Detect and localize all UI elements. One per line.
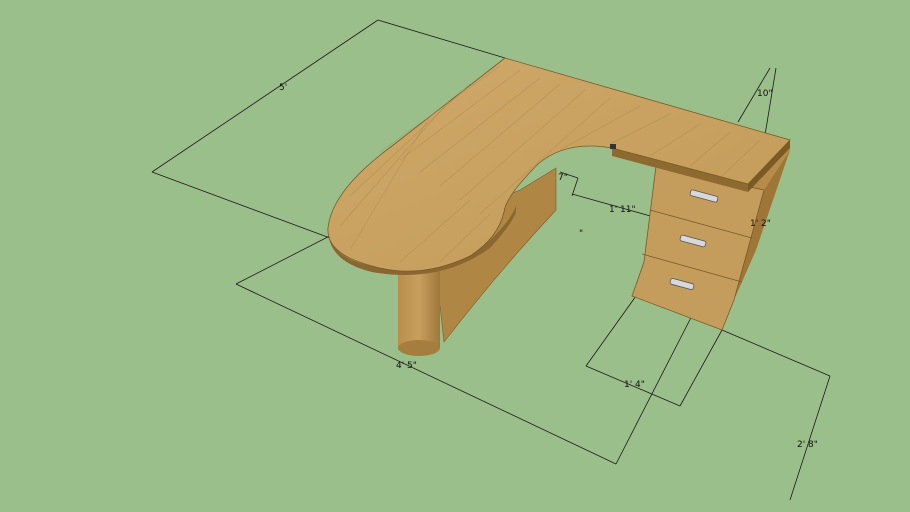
round-leg: [398, 270, 440, 356]
dim-line-small-ext: [571, 177, 579, 197]
dim-line-top-back: [377, 19, 506, 59]
label-desk-height: 2' 8": [797, 440, 818, 450]
dim-line-height: [789, 375, 831, 501]
label-wing-depth: 10": [757, 89, 773, 99]
stray-mark: ": [579, 229, 583, 239]
label-small-offset: 7": [558, 173, 568, 183]
cable-grommet[interactable]: [610, 144, 616, 149]
dim-line-base: [721, 329, 831, 377]
label-drawer-height: 1' 2": [750, 219, 771, 229]
label-pedestal-depth: 1' 4": [624, 380, 645, 390]
dim-line-left-ext: [151, 171, 331, 239]
desk-3d-model-view: 5' 10" 7" 1' 11" 1' 2" 1' 4" 4' 5" 2' 8"…: [151, 19, 831, 501]
dim-line-pedestal-ext-a: [585, 295, 637, 367]
label-top-width: 5': [279, 83, 287, 93]
dim-line-top-left: [151, 19, 379, 173]
label-overall-length: 4' 5": [396, 361, 417, 371]
label-cutout-width: 1' 11": [609, 205, 636, 215]
dim-line-pedestal-ext-b: [679, 329, 723, 407]
